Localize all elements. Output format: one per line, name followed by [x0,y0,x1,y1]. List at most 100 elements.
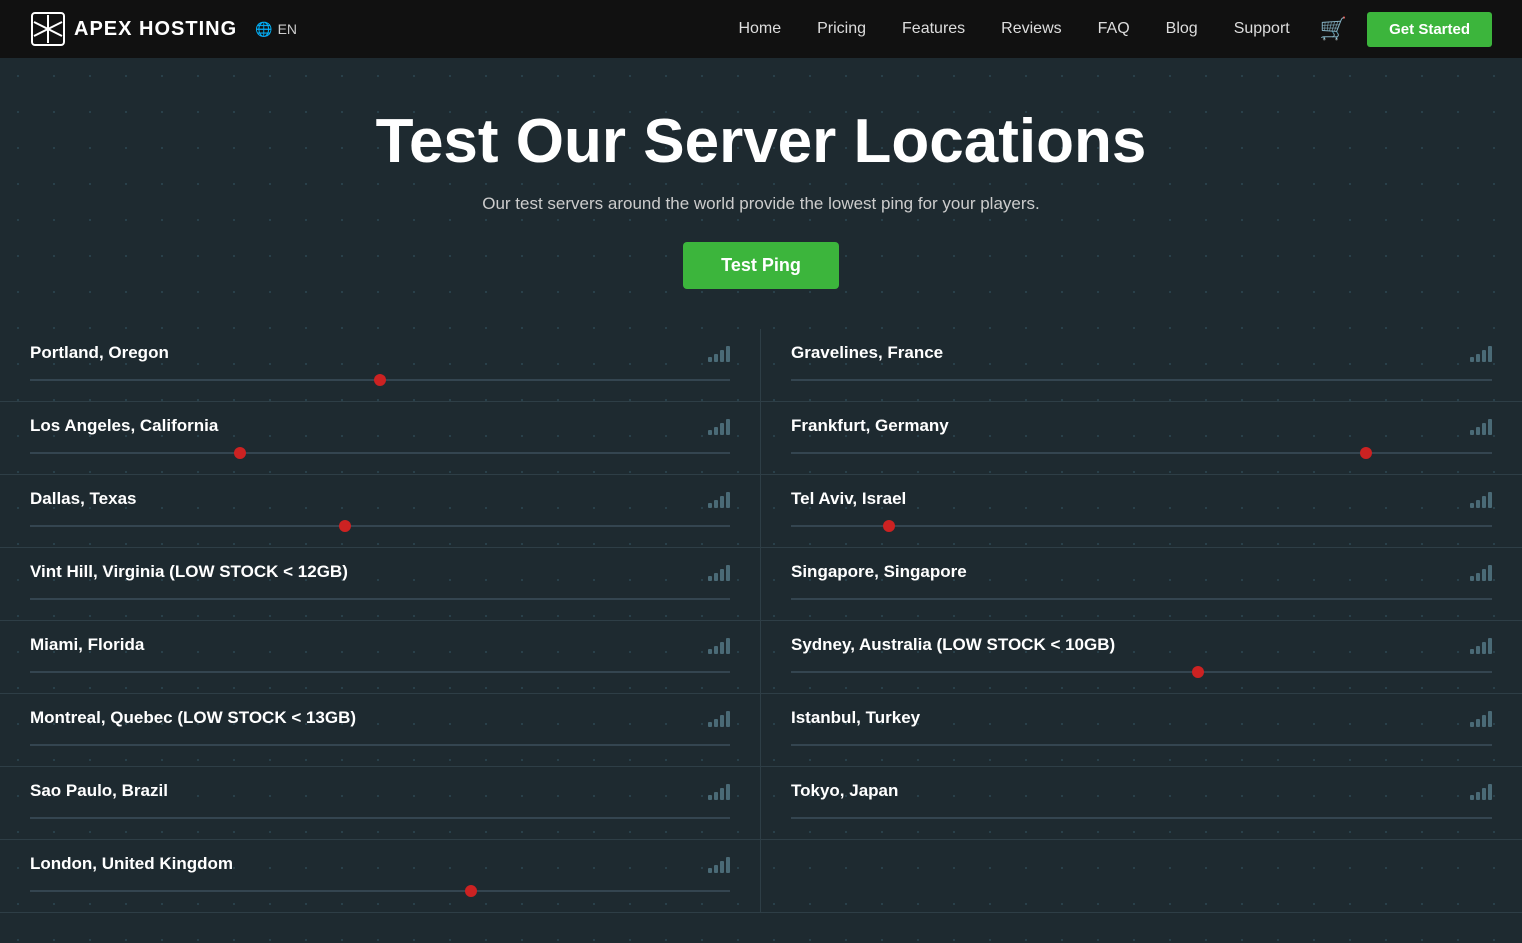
track-line [30,453,730,454]
track-line [791,526,1492,527]
ping-track [30,661,730,683]
ping-dot [1192,666,1204,678]
nav-home[interactable]: Home [738,20,781,38]
signal-icon [708,636,730,654]
location-item[interactable]: London, United Kingdom [0,840,761,913]
globe-icon: 🌐 [255,21,272,38]
logo[interactable]: APEX HOSTING [30,11,237,47]
ping-dot [374,374,386,386]
ping-track [30,588,730,610]
ping-track [791,661,1492,683]
ping-track [30,442,730,464]
ping-track [30,880,730,902]
language-selector[interactable]: 🌐 EN [255,21,297,38]
ping-dot [339,520,351,532]
location-name: Singapore, Singapore [791,562,1492,582]
signal-icon [1470,709,1492,727]
ping-track [30,807,730,829]
location-name: Tokyo, Japan [791,781,1492,801]
nav-blog[interactable]: Blog [1166,20,1198,38]
lang-label: EN [278,21,297,37]
signal-icon [708,563,730,581]
location-item[interactable]: Los Angeles, California [0,402,761,475]
location-item[interactable]: Istanbul, Turkey [761,694,1522,767]
location-name: Sydney, Australia (LOW STOCK < 10GB) [791,635,1492,655]
location-item[interactable]: Gravelines, France [761,329,1522,402]
nav-links: Home Pricing Features Reviews FAQ Blog S… [738,20,1289,38]
track-line [791,745,1492,746]
locations-grid: Portland, Oregon Gravelines, France [0,329,1522,913]
location-item[interactable]: Miami, Florida [0,621,761,694]
signal-icon [1470,636,1492,654]
location-item[interactable]: Montreal, Quebec (LOW STOCK < 13GB) [0,694,761,767]
location-name: Portland, Oregon [30,343,730,363]
location-item[interactable]: Tokyo, Japan [761,767,1522,840]
location-name: Vint Hill, Virginia (LOW STOCK < 12GB) [30,562,730,582]
signal-icon [708,782,730,800]
track-line [30,526,730,527]
track-line [791,818,1492,819]
location-item[interactable]: Vint Hill, Virginia (LOW STOCK < 12GB) [0,548,761,621]
nav-features[interactable]: Features [902,20,965,38]
get-started-button[interactable]: Get Started [1367,12,1492,47]
ping-track [791,807,1492,829]
location-name: London, United Kingdom [30,854,730,874]
ping-track [30,515,730,537]
nav-support[interactable]: Support [1234,20,1290,38]
location-name: Sao Paulo, Brazil [30,781,730,801]
ping-dot [465,885,477,897]
track-line [30,745,730,746]
location-name: Istanbul, Turkey [791,708,1492,728]
main-title: Test Our Server Locations [0,108,1522,176]
signal-icon [1470,417,1492,435]
track-line [30,818,730,819]
signal-icon [1470,782,1492,800]
ping-track [791,442,1492,464]
location-item[interactable]: Frankfurt, Germany [761,402,1522,475]
hero-content: Test Our Server Locations Our test serve… [0,58,1522,943]
ping-dot [1360,447,1372,459]
location-item-empty [761,840,1522,913]
track-line [791,453,1492,454]
location-name: Gravelines, France [791,343,1492,363]
logo-icon [30,11,66,47]
track-line [791,380,1492,381]
signal-icon [708,344,730,362]
track-line [30,672,730,673]
location-name: Dallas, Texas [30,489,730,509]
location-item[interactable]: Singapore, Singapore [761,548,1522,621]
logo-text: APEX HOSTING [74,18,237,41]
track-line [30,599,730,600]
ping-track [30,734,730,756]
signal-icon [708,855,730,873]
ping-dot [234,447,246,459]
navbar: APEX HOSTING 🌐 EN Home Pricing Features … [0,0,1522,58]
ping-track [30,369,730,391]
track-line [791,672,1492,673]
cart-icon[interactable]: 🛒 [1320,16,1347,42]
ping-track [791,515,1492,537]
ping-track [791,588,1492,610]
signal-icon [1470,344,1492,362]
location-item[interactable]: Sydney, Australia (LOW STOCK < 10GB) [761,621,1522,694]
signal-icon [1470,563,1492,581]
test-ping-button[interactable]: Test Ping [683,242,839,289]
nav-pricing[interactable]: Pricing [817,20,866,38]
ping-track [791,369,1492,391]
nav-faq[interactable]: FAQ [1098,20,1130,38]
signal-icon [708,417,730,435]
location-item[interactable]: Portland, Oregon [0,329,761,402]
location-item[interactable]: Sao Paulo, Brazil [0,767,761,840]
signal-icon [708,709,730,727]
location-item[interactable]: Dallas, Texas [0,475,761,548]
signal-icon [1470,490,1492,508]
location-name: Tel Aviv, Israel [791,489,1492,509]
main-section: Test Our Server Locations Our test serve… [0,58,1522,943]
nav-reviews[interactable]: Reviews [1001,20,1061,38]
location-name: Frankfurt, Germany [791,416,1492,436]
location-name: Los Angeles, California [30,416,730,436]
signal-icon [708,490,730,508]
ping-track [791,734,1492,756]
location-item[interactable]: Tel Aviv, Israel [761,475,1522,548]
track-line [30,891,730,892]
